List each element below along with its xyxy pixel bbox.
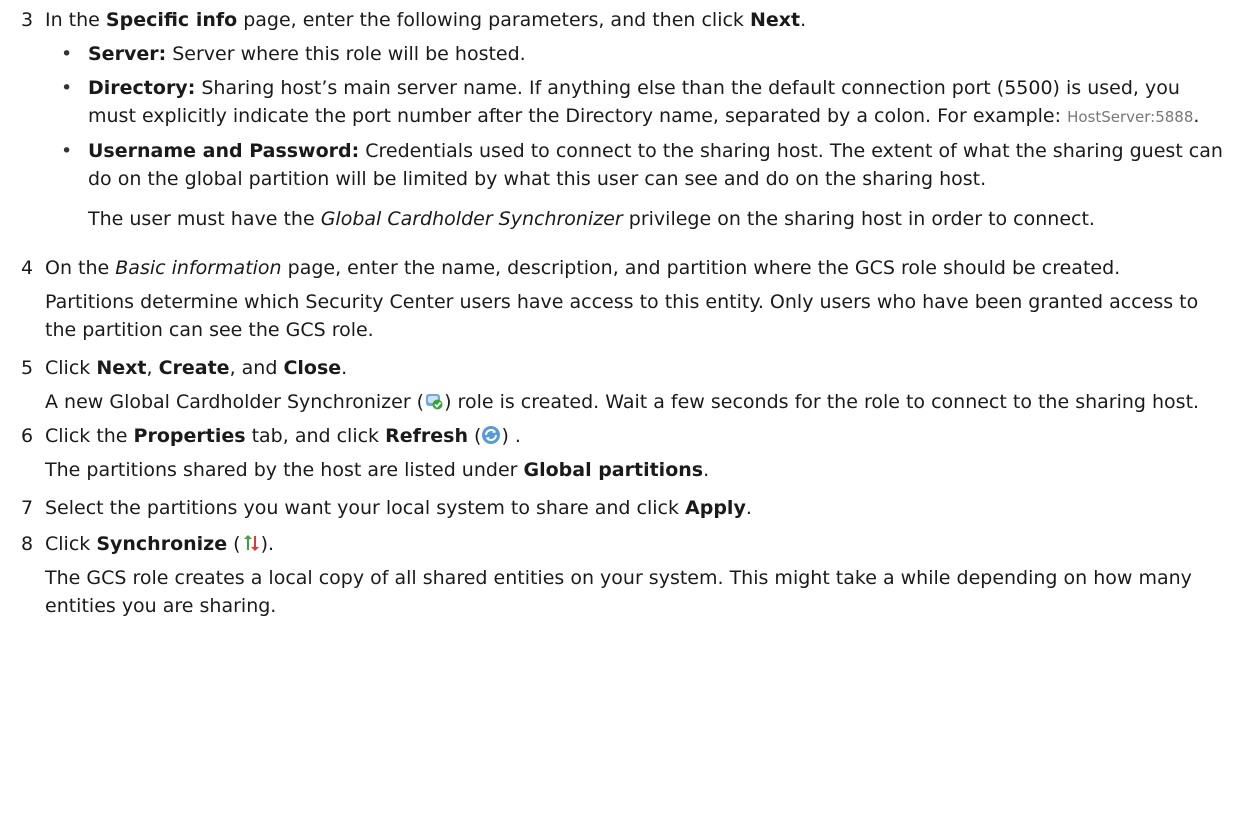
ui-term-next: Next [96,357,147,379]
step-3: 3 In the Specific info page, enter the f… [0,6,1253,233]
ui-term-specific-info: Specific info [105,9,238,31]
text: The user must have the [88,208,321,230]
step-4: 4 On the Basic information page, enter t… [0,254,1253,344]
item-text: Sharing host’s main server name. If anyt… [88,77,1180,127]
text: privilege on the sharing host in order t… [622,208,1095,230]
ui-term-properties: Properties [133,425,246,447]
text: ) role is created. Wait a few seconds fo… [444,391,1200,413]
step-number: 3 [21,9,34,31]
text: ) . [501,425,521,447]
item-label: Directory: [88,77,196,99]
code-example: HostServer:5888 [1067,108,1194,126]
step-number: 6 [21,425,34,447]
text: A new Global Cardholder Synchronizer ( [45,391,425,413]
text: . [800,9,807,31]
list-item: • Directory: Sharing host’s main server n… [45,74,1231,131]
step-paragraph: A new Global Cardholder Synchronizer ( ) … [45,388,1231,416]
text: Click [45,533,97,555]
step-text: In the Specific info page, enter the fol… [45,6,1231,34]
text: page, enter the name, description, and p… [281,257,1121,279]
text: Select the partitions you want your loca… [45,497,686,519]
ui-term-create: Create [158,357,230,379]
note-paragraph: The user must have the Global Cardholder… [45,205,1231,233]
text: The partitions shared by the host are li… [45,459,524,481]
step-text: Click Next, Create, and Close. [45,354,1231,382]
text: tab, and click [245,425,386,447]
ui-term-refresh: Refresh [385,425,468,447]
ui-term-synchronize: Synchronize [96,533,228,555]
step-text: Select the partitions you want your loca… [45,494,1231,522]
text: . [1193,105,1200,127]
text: . [341,357,348,379]
bullet-icon: • [61,43,73,65]
text: On the [45,257,116,279]
bullet-icon: • [61,77,73,99]
ui-term-apply: Apply [685,497,746,519]
text: Click [45,357,97,379]
step-paragraph: The GCS role creates a local copy of all… [45,567,1192,617]
item-label: Server: [88,43,167,65]
text: , and [229,357,284,379]
text: . [703,459,710,481]
page-name: Basic information [115,257,282,279]
step-number: 7 [21,497,34,519]
privilege-name: Global Cardholder Synchronizer [320,208,623,230]
list-item: • Server: Server where this role will be … [45,40,1231,68]
text: ( [467,425,482,447]
step-7: 7 Select the partitions you want your lo… [0,494,1253,522]
bullet-icon: • [61,140,73,162]
text: page, enter the following parameters, an… [237,9,750,31]
ui-term-next: Next [749,9,801,31]
step-8: 8 Click Synchronize (). The GCS role cre… [0,530,1253,620]
step-number: 4 [21,257,34,279]
step-paragraph: The partitions shared by the host are li… [45,456,1231,484]
item-text: Server where this role will be hosted. [166,43,526,65]
step-paragraph: Partitions determine which Security Cent… [45,291,1199,341]
ui-term-close: Close [283,357,342,379]
parameter-list: • Server: Server where this role will be … [45,40,1231,193]
text: ). [260,533,275,555]
gcs-role-icon [424,391,444,411]
list-item: • Username and Password: Credentials used… [45,137,1231,193]
item-label: Username and Password: [88,140,360,162]
refresh-icon [481,425,501,445]
document-page: 3 In the Specific info page, enter the f… [0,0,1253,620]
text: , [146,357,159,379]
step-text: Click Synchronize (). [45,530,1231,558]
step-text: On the Basic information page, enter the… [45,254,1231,282]
step-text: Click the Properties tab, and click Refr… [45,422,1231,450]
text: . [745,497,752,519]
synchronize-icon [241,533,261,553]
step-5: 5 Click Next, Create, and Close. A new G… [0,354,1253,416]
text: Click the [45,425,134,447]
text: In the [45,9,106,31]
step-6: 6 Click the Properties tab, and click Re… [0,422,1253,484]
step-number: 8 [21,533,34,555]
ui-term-global-partitions: Global partitions [523,459,704,481]
step-number: 5 [21,357,34,379]
text: ( [227,533,241,555]
